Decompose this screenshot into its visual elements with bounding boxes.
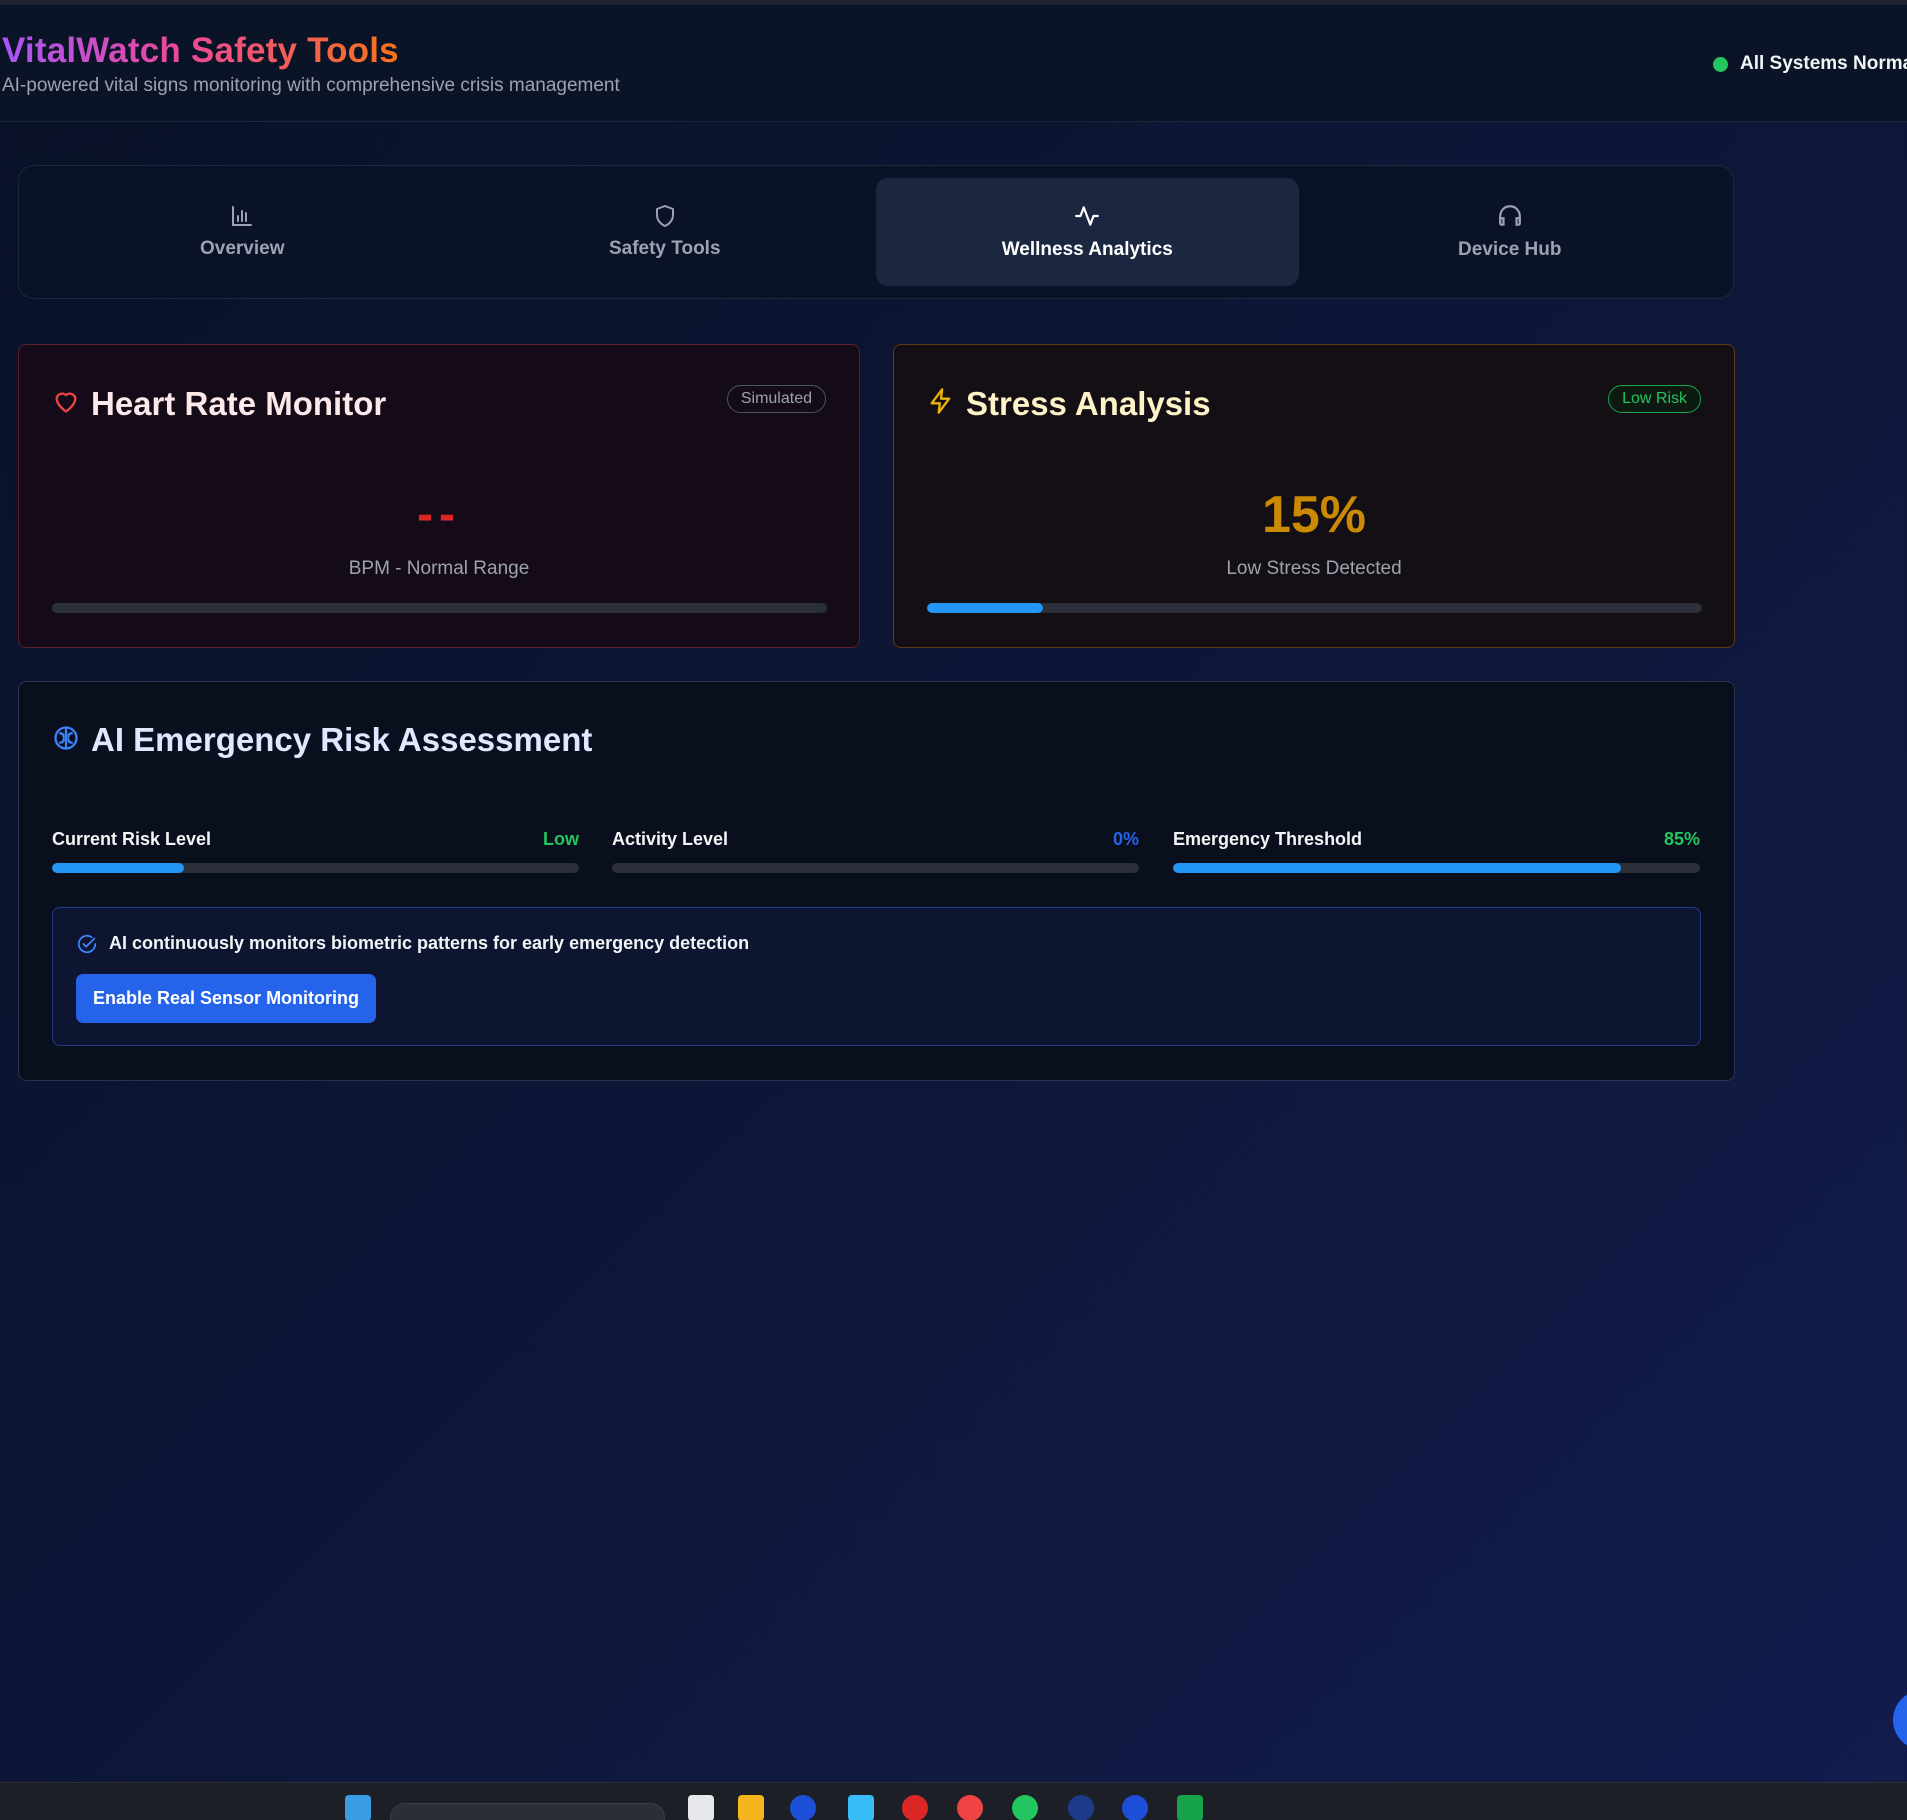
risk-assessment-card: AI Emergency Risk Assessment Current Ris…: [18, 681, 1735, 1081]
metric-progress-fill: [1173, 863, 1621, 873]
enable-sensor-monitoring-button[interactable]: Enable Real Sensor Monitoring: [76, 974, 377, 1023]
app-header: VitalWatch Safety Tools AI-powered vital…: [0, 5, 1907, 122]
stress-progress-fill: [927, 603, 1044, 613]
metric-current-risk: Current Risk Level Low: [52, 829, 579, 873]
windows-start-icon[interactable]: [345, 1795, 371, 1820]
chrome-icon[interactable]: [957, 1795, 983, 1820]
heart-rate-value: --: [417, 488, 461, 541]
shield-icon: [655, 205, 674, 227]
app-title: VitalWatch Safety Tools: [2, 31, 399, 70]
app-icon[interactable]: [1177, 1795, 1203, 1820]
app-icon[interactable]: [902, 1795, 928, 1820]
os-taskbar: [0, 1782, 1907, 1820]
stress-value: 15%: [1261, 486, 1367, 544]
activity-icon: [1075, 206, 1100, 226]
status-text: All Systems Normal: [1740, 53, 1907, 74]
tab-label: Overview: [200, 238, 285, 259]
status-dot-icon: [1713, 56, 1728, 72]
folder-icon[interactable]: [738, 1795, 764, 1820]
metric-activity-level: Activity Level 0%: [612, 829, 1139, 873]
app-icon[interactable]: [1122, 1795, 1148, 1820]
tab-safety-tools[interactable]: Safety Tools: [454, 178, 877, 286]
tab-label: Safety Tools: [608, 238, 721, 259]
metric-progress: [1173, 863, 1700, 873]
metric-progress: [52, 863, 579, 873]
floating-action-button[interactable]: [1893, 1690, 1907, 1750]
app-subtitle: AI-powered vital signs monitoring with c…: [2, 75, 620, 96]
tab-label: Device Hub: [1458, 239, 1562, 260]
brain-icon: [54, 726, 78, 750]
stress-card: Stress Analysis Low Risk 15% Low Stress …: [893, 344, 1735, 648]
tab-label: Wellness Analytics: [1001, 239, 1173, 260]
metric-label: Activity Level: [612, 829, 729, 849]
app-icon[interactable]: [848, 1795, 874, 1820]
ai-info-panel: AI continuously monitors biometric patte…: [52, 907, 1701, 1046]
metric-label: Emergency Threshold: [1173, 829, 1363, 849]
tab-overview[interactable]: Overview: [31, 178, 454, 286]
check-circle-icon: [77, 934, 97, 954]
stress-title: Stress Analysis: [966, 385, 1211, 422]
ai-note-text: AI continuously monitors biometric patte…: [109, 933, 750, 953]
tab-bar: Overview Safety Tools Wellness Analytics…: [18, 165, 1734, 299]
taskbar-search-input[interactable]: [390, 1803, 665, 1820]
metric-emergency-threshold: Emergency Threshold 85%: [1173, 829, 1700, 873]
heart-rate-card: Heart Rate Monitor Simulated -- BPM - No…: [18, 344, 860, 648]
browser-icon[interactable]: [790, 1795, 816, 1820]
metric-label: Current Risk Level: [52, 829, 212, 849]
metric-progress-fill: [52, 863, 184, 873]
headphones-icon: [1498, 205, 1521, 226]
bar-chart-icon: [232, 206, 253, 226]
stress-progress: [927, 603, 1702, 613]
app-icon[interactable]: [1068, 1795, 1094, 1820]
metric-value: 0%: [1112, 829, 1139, 849]
heart-rate-progress: [52, 603, 827, 613]
lightning-icon: [930, 388, 951, 414]
simulated-badge: Simulated: [726, 385, 826, 413]
heart-rate-title: Heart Rate Monitor: [91, 385, 387, 422]
heart-rate-caption: BPM - Normal Range: [348, 558, 530, 579]
heart-icon: [55, 392, 77, 413]
spotify-icon[interactable]: [1012, 1795, 1038, 1820]
metric-progress: [612, 863, 1139, 873]
metric-value: 85%: [1663, 829, 1700, 849]
app-icon[interactable]: [688, 1795, 714, 1820]
low-risk-badge: Low Risk: [1608, 385, 1701, 413]
risk-title: AI Emergency Risk Assessment: [91, 721, 593, 758]
system-status: All Systems Normal: [1713, 53, 1907, 75]
tab-device-hub[interactable]: Device Hub: [1299, 178, 1722, 286]
tab-wellness-analytics[interactable]: Wellness Analytics: [876, 178, 1299, 286]
stress-caption: Low Stress Detected: [1226, 558, 1402, 579]
metric-value: Low: [543, 829, 579, 849]
